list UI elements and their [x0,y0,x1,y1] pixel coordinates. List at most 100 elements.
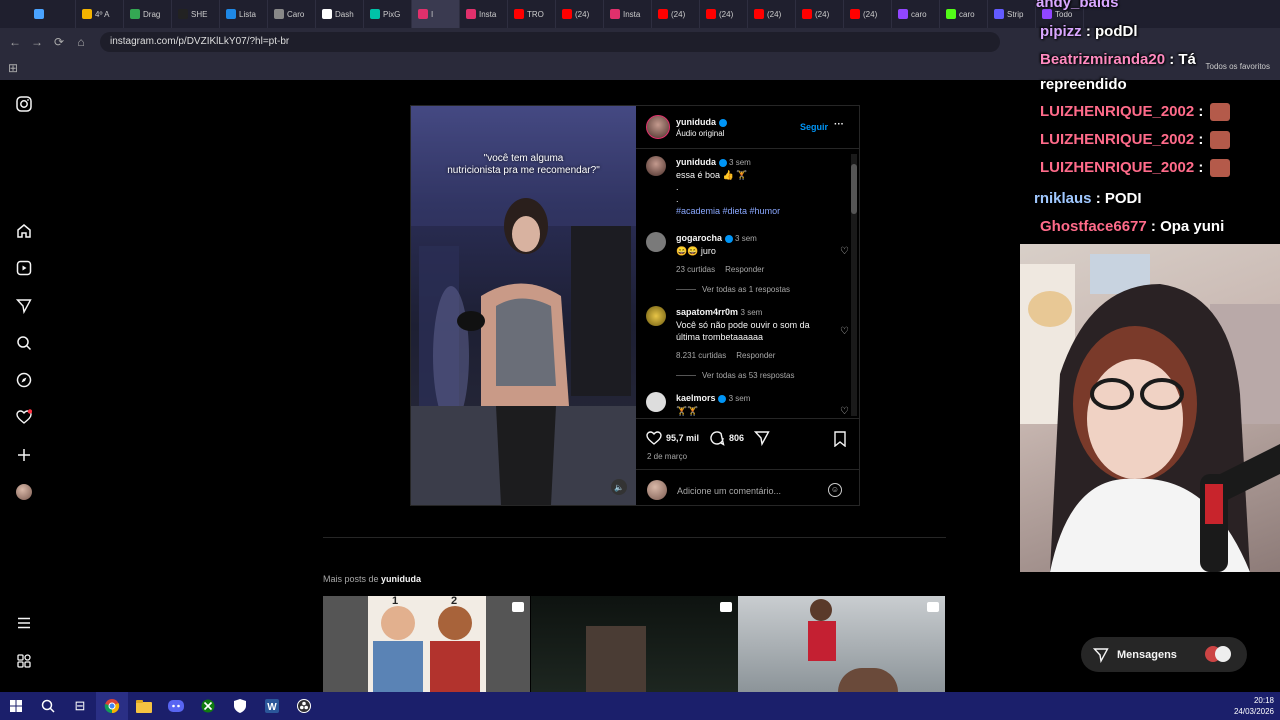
chat-emote-icon [1209,103,1230,122]
instagram-logo-icon[interactable] [14,94,34,114]
task-view-icon[interactable]: ⊟ [64,692,96,720]
forward-icon[interactable]: → [26,32,48,52]
comment-like-icon[interactable]: ♡ [840,326,849,337]
add-comment-input[interactable]: Adicione um comentário... [677,486,781,496]
chat-message: rniklaus : PODI [1034,190,1142,207]
caption-username[interactable]: yuniduda [676,157,716,167]
chat-username[interactable]: pipizz [1040,23,1082,40]
browser-tab[interactable]: (24) [652,0,700,28]
browser-tab[interactable]: (24) [844,0,892,28]
browser-tab[interactable]: Lista [220,0,268,28]
comment-avatar[interactable] [646,392,666,412]
comments-scrollbar[interactable] [851,154,857,416]
word-icon[interactable]: W [256,692,288,720]
search-icon[interactable] [14,333,34,353]
browser-tab[interactable]: Caro [268,0,316,28]
browser-tab[interactable]: caro [940,0,988,28]
explore-icon[interactable] [14,370,34,390]
windows-start-icon[interactable] [0,692,32,720]
browser-tab[interactable]: (24) [700,0,748,28]
save-icon[interactable] [833,431,847,452]
xbox-icon[interactable] [192,692,224,720]
chat-username[interactable]: LUIZHENRIQUE_2002 [1040,103,1194,120]
file-explorer-icon[interactable] [128,692,160,720]
comment-username[interactable]: gogarocha [676,233,722,243]
reply-button[interactable]: Responder [736,351,775,360]
security-icon[interactable] [224,692,256,720]
browser-tab[interactable] [28,0,76,28]
more-post-thumb-1[interactable]: 1 2 [323,596,530,692]
comment-avatar[interactable] [646,306,666,326]
home-icon[interactable] [14,221,34,241]
caption-hashtags[interactable]: #academia #dieta #humor [676,205,846,217]
author-avatar[interactable] [646,115,670,139]
share-icon[interactable] [754,430,770,446]
emoji-icon[interactable]: ☺ [828,483,842,497]
comment-like-icon[interactable]: ♡ [840,406,849,417]
browser-tab[interactable]: Insta [460,0,508,28]
chrome-icon[interactable] [96,692,128,720]
more-post-thumb-2[interactable] [531,596,738,692]
more-posts-user[interactable]: yuniduda [381,574,421,584]
send-icon[interactable] [14,296,34,316]
author-username[interactable]: yuniduda [676,117,716,127]
browser-tab[interactable]: Drag [124,0,172,28]
reply-button[interactable]: Responder [725,265,764,274]
apps-grid-icon[interactable]: ⊞ [8,61,18,75]
scrollbar-thumb[interactable] [851,164,857,214]
back-icon[interactable]: ← [4,32,26,52]
browser-tab[interactable]: Dash [316,0,364,28]
obs-icon[interactable] [288,692,320,720]
comment-likes[interactable]: 8.231 curtidas [676,351,726,360]
chat-username[interactable]: LUIZHENRIQUE_2002 [1040,159,1194,176]
mute-icon[interactable]: 🔈 [611,479,627,495]
audio-label[interactable]: Áudio original [676,128,727,140]
notifications-icon[interactable] [14,407,34,427]
browser-tab[interactable]: (24) [796,0,844,28]
browser-tab[interactable]: 4º A [76,0,124,28]
browser-tab[interactable]: I [412,0,460,28]
browser-tab[interactable]: Strip [988,0,1036,28]
chat-username[interactable]: rniklaus [1034,190,1092,207]
browser-tab[interactable]: caro [892,0,940,28]
system-clock[interactable]: 20:18 24/03/2026 [1234,695,1274,717]
home-browser-icon[interactable]: ⌂ [70,32,92,52]
browser-tab[interactable]: Insta [604,0,652,28]
browser-tab[interactable]: SHE [172,0,220,28]
follow-button[interactable]: Seguir [800,122,828,132]
chat-username[interactable]: Beatrizmiranda20 [1040,51,1165,68]
like-count[interactable]: 95,7 mil [666,433,699,443]
comment-username[interactable]: sapatom4rr0m [676,307,738,317]
comment-likes[interactable]: 23 curtidas [676,265,715,274]
url-input[interactable]: instagram.com/p/DVZIKlLkY07/?hl=pt-br [100,32,1000,52]
reels-icon[interactable] [14,258,34,278]
chat-username[interactable]: Ghostface6677 [1040,218,1147,235]
comment-icon[interactable] [709,430,725,446]
more-post-thumb-3[interactable] [738,596,945,692]
more-options-icon[interactable]: ··· [834,119,844,130]
comment-avatar[interactable] [646,232,666,252]
chat-username[interactable]: andy_balds [1036,0,1119,11]
search-taskbar-icon[interactable] [32,692,64,720]
view-replies-link[interactable]: Ver todas as 1 respostas [676,285,790,294]
like-icon[interactable] [646,430,662,446]
browser-tab[interactable]: PixG [364,0,412,28]
browser-tab[interactable]: (24) [748,0,796,28]
comment-count[interactable]: 806 [729,433,744,443]
message-avatar [1215,646,1231,662]
browser-tab[interactable]: TRO [508,0,556,28]
view-replies-link[interactable]: Ver todas as 53 respostas [676,371,795,380]
menu-icon[interactable] [14,613,34,633]
create-icon[interactable] [14,445,34,465]
profile-avatar[interactable] [14,482,34,502]
reload-icon[interactable]: ⟳ [48,32,70,52]
browser-tab[interactable]: (24) [556,0,604,28]
apps-icon[interactable] [14,651,34,671]
comment-like-icon[interactable]: ♡ [840,246,849,257]
discord-icon[interactable] [160,692,192,720]
caption-avatar[interactable] [646,156,666,176]
post-video[interactable]: "você tem alguma nutricionista pra me re… [411,106,636,505]
chat-username[interactable]: LUIZHENRIQUE_2002 [1040,131,1194,148]
comment-username[interactable]: kaelmors [676,393,716,403]
messages-button[interactable]: Mensagens [1081,637,1247,672]
